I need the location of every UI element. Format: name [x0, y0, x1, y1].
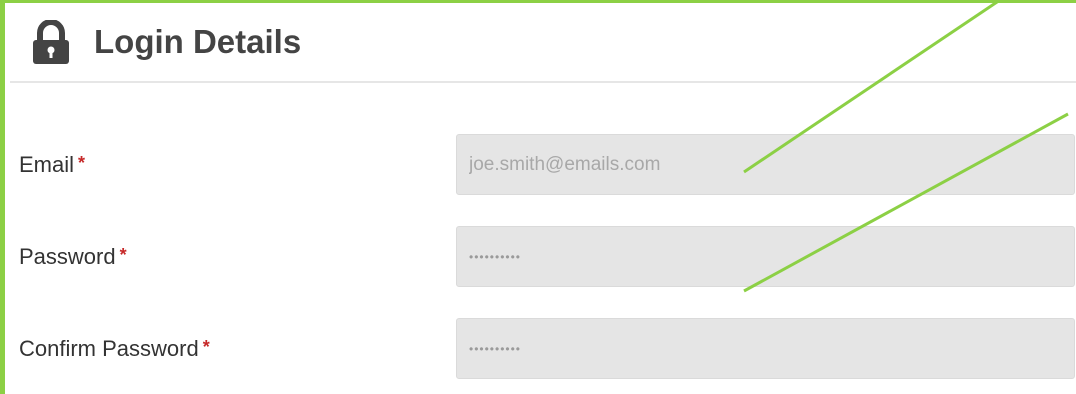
email-label-text: Email: [19, 152, 75, 177]
login-details-panel: Login Details Email* Password* Confirm P…: [0, 0, 1076, 394]
confirm-password-label-text: Confirm Password: [19, 336, 199, 361]
password-field[interactable]: [456, 226, 1075, 287]
page-title: Login Details: [94, 23, 302, 60]
password-label-text: Password: [19, 244, 116, 269]
required-marker: *: [202, 337, 210, 357]
confirm-password-label: Confirm Password *: [19, 333, 210, 363]
section-header: Login Details: [10, 6, 1076, 83]
confirm-password-field[interactable]: [456, 318, 1075, 379]
email-label: Email *: [19, 149, 85, 179]
email-field[interactable]: [456, 134, 1075, 195]
required-marker: *: [78, 153, 86, 173]
password-label: Password *: [19, 241, 127, 271]
required-marker: *: [119, 245, 127, 265]
lock-icon: [33, 20, 69, 64]
